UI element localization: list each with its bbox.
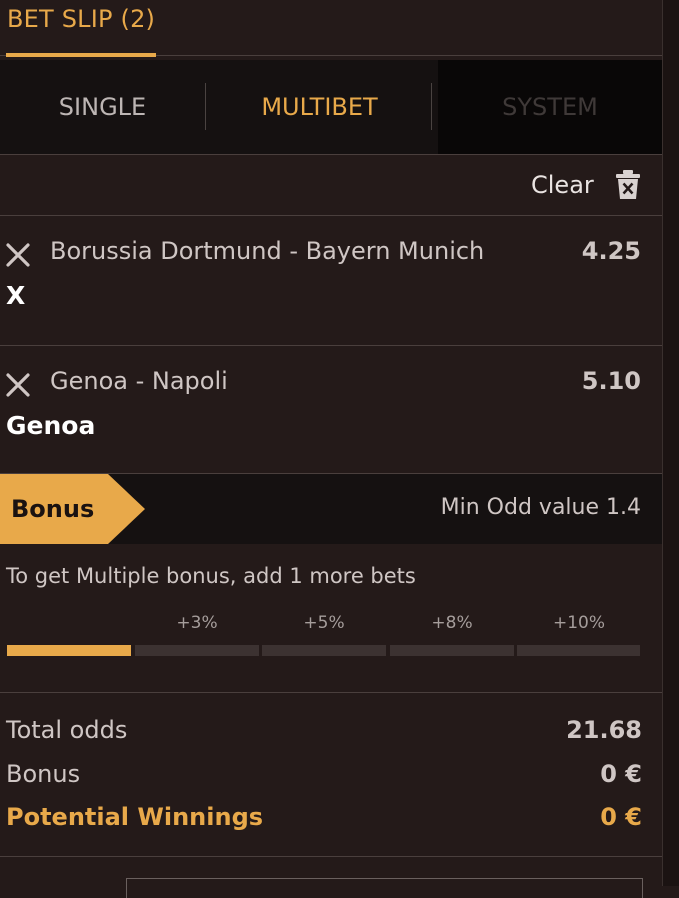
min-odd-text: Min Odd value 1.4 — [440, 495, 641, 520]
bet-slip-header: BET SLIP (2) — [0, 0, 662, 57]
clear-button[interactable]: Clear — [531, 171, 594, 199]
tab-divider — [205, 83, 206, 130]
bet-item: Borussia Dortmund - Bayern Munich 4.25 X — [0, 215, 662, 345]
bonus-value: 0 € — [600, 760, 642, 788]
bonus-progress-segment — [262, 645, 386, 656]
bonus-progress-segment — [135, 645, 259, 656]
bet-pick: X — [6, 281, 26, 310]
divider — [0, 692, 662, 693]
trash-icon[interactable] — [615, 170, 641, 200]
total-odds-label: Total odds — [6, 716, 128, 744]
scrollbar-track[interactable] — [662, 0, 679, 886]
potential-winnings-row: Potential Winnings 0 € — [6, 803, 642, 839]
bonus-step-label: +10% — [552, 613, 606, 633]
bonus-tag-label: Bonus — [11, 495, 95, 523]
total-odds-row: Total odds 21.68 — [6, 716, 642, 752]
title-active-underline — [6, 53, 156, 57]
bonus-step-label: +5% — [303, 613, 345, 633]
potential-winnings-label: Potential Winnings — [6, 803, 264, 831]
bonus-bar: Bonus Min Odd value 1.4 — [0, 474, 662, 544]
bonus-hint: To get Multiple bonus, add 1 more bets — [6, 564, 416, 588]
bet-odd: 5.10 — [581, 367, 641, 395]
bet-item: Genoa - Napoli 5.10 Genoa — [0, 345, 662, 475]
tab-multibet[interactable]: MULTIBET — [207, 60, 432, 154]
bonus-row: Bonus 0 € — [6, 760, 642, 796]
tab-system[interactable]: SYSTEM — [438, 60, 662, 154]
bet-match: Borussia Dortmund - Bayern Munich — [50, 237, 485, 265]
bet-pick: Genoa — [6, 411, 96, 440]
bet-slip-title[interactable]: BET SLIP (2) — [7, 5, 155, 33]
bonus-step-label: +3% — [176, 613, 218, 633]
bet-type-tabs: SINGLE MULTIBET SYSTEM — [0, 60, 662, 154]
bet-slip-panel: BET SLIP (2) SINGLE MULTIBET SYSTEM Clea… — [0, 0, 662, 898]
total-odds-value: 21.68 — [566, 716, 642, 744]
bonus-progress-segment — [517, 645, 640, 656]
bonus-progress-segment — [390, 645, 514, 656]
bonus-label: Bonus — [6, 760, 81, 788]
tab-divider — [431, 83, 432, 130]
clear-row: Clear — [0, 155, 662, 215]
bet-odd: 4.25 — [581, 237, 641, 265]
bonus-progress-segment — [7, 645, 131, 656]
stake-input[interactable] — [126, 878, 643, 898]
tab-single[interactable]: SINGLE — [0, 60, 205, 154]
divider — [0, 856, 662, 857]
bet-match: Genoa - Napoli — [50, 367, 228, 395]
remove-bet-icon[interactable] — [6, 243, 30, 267]
bonus-step-label: +8% — [431, 613, 473, 633]
remove-bet-icon[interactable] — [6, 373, 30, 397]
potential-winnings-value: 0 € — [600, 803, 642, 831]
